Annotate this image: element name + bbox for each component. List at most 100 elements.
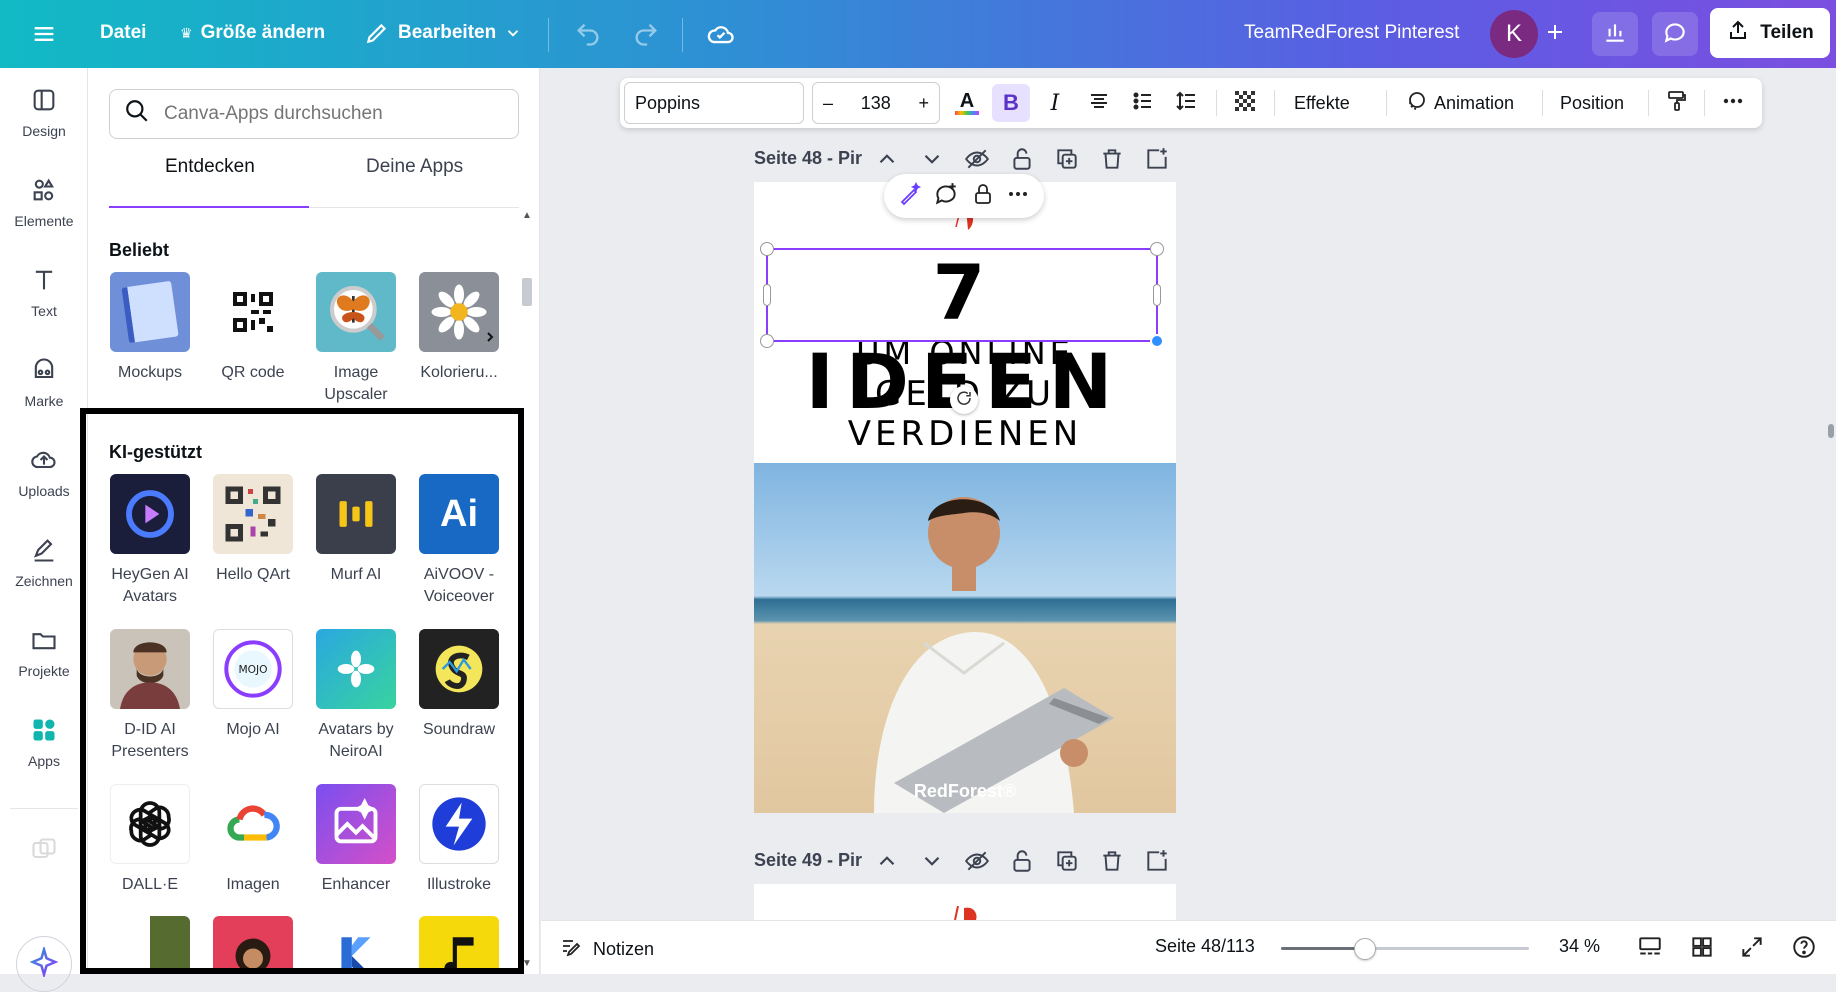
save-status-button[interactable]	[706, 20, 736, 48]
app-tile-partial[interactable]	[306, 916, 406, 974]
transparency-button[interactable]	[1226, 84, 1264, 122]
lock-icon[interactable]	[1009, 848, 1035, 879]
page-view-button[interactable]	[1637, 934, 1663, 965]
page-indicator[interactable]: Seite 48/113	[1155, 936, 1255, 957]
undo-button[interactable]	[574, 20, 602, 48]
side-handle[interactable]	[763, 284, 771, 306]
animation-button[interactable]: Animation	[1396, 84, 1522, 122]
rail-item-text[interactable]: Text	[0, 252, 88, 332]
rail-item-uploads[interactable]: Uploads	[0, 432, 88, 512]
app-tile-partial[interactable]	[203, 916, 303, 974]
eye-hide-icon[interactable]	[964, 146, 990, 177]
chevron-up-icon[interactable]	[874, 848, 900, 879]
project-title[interactable]: TeamRedForest Pinterest	[1244, 22, 1459, 44]
add-page-icon[interactable]	[1144, 146, 1170, 177]
app-tile-partial[interactable]	[409, 916, 509, 974]
font-size-stepper[interactable]: – 138 +	[812, 82, 940, 124]
search-box[interactable]	[109, 89, 519, 139]
page-49[interactable]	[754, 884, 1176, 920]
app-tile-heygen[interactable]: HeyGen AI Avatars	[100, 474, 200, 608]
trash-icon[interactable]	[1099, 146, 1125, 177]
eye-hide-icon[interactable]	[964, 848, 990, 879]
app-tile-qr-code[interactable]: QR code	[203, 272, 303, 384]
selection-box[interactable]	[760, 242, 1164, 348]
search-input[interactable]	[164, 103, 484, 125]
copy-style-button[interactable]	[1658, 84, 1696, 122]
page-48-label[interactable]: Seite 48 - Pir	[754, 148, 862, 169]
edit-mode-button[interactable]: Bearbeiten	[364, 20, 522, 46]
duplicate-icon[interactable]	[1054, 848, 1080, 879]
avatar[interactable]: K	[1490, 10, 1538, 58]
app-tile-mockups[interactable]: Mockups	[100, 272, 200, 384]
tab-discover[interactable]: Entdecken	[165, 156, 255, 178]
trash-icon[interactable]	[1099, 848, 1125, 879]
more-options-button[interactable]	[1714, 84, 1752, 122]
add-comment-icon[interactable]	[933, 181, 959, 212]
app-tile-image-upscaler[interactable]: Image Upscaler	[306, 272, 406, 406]
text-color-button[interactable]: A	[948, 84, 986, 122]
app-tile-soundraw[interactable]: Soundraw	[409, 629, 509, 741]
font-size-value[interactable]: 138	[861, 93, 891, 114]
app-tile-imagen[interactable]: Imagen	[203, 784, 303, 896]
resize-handle[interactable]	[760, 242, 774, 256]
align-button[interactable]	[1080, 84, 1118, 122]
chevron-down-icon[interactable]	[919, 146, 945, 177]
share-button[interactable]: Teilen	[1710, 8, 1830, 58]
magic-write-icon[interactable]	[898, 181, 922, 211]
app-tile-hello-qart[interactable]: Hello QArt	[203, 474, 303, 586]
spacing-button[interactable]	[1168, 84, 1206, 122]
app-tile-illustroke[interactable]: Illustroke	[409, 784, 509, 896]
resize-button[interactable]: ♛ Größe ändern	[180, 22, 325, 44]
menu-button[interactable]	[30, 20, 58, 48]
decrease-font-button[interactable]: –	[823, 93, 833, 114]
increase-font-button[interactable]: +	[918, 93, 929, 114]
rotate-handle[interactable]	[950, 386, 978, 414]
recent-design-icon[interactable]	[30, 836, 58, 864]
fullscreen-button[interactable]	[1739, 934, 1765, 965]
rail-item-design[interactable]: Design	[0, 72, 88, 152]
rail-item-apps[interactable]: Apps	[0, 702, 88, 782]
side-handle[interactable]	[1153, 284, 1161, 306]
help-button[interactable]	[1791, 934, 1817, 965]
redo-button[interactable]	[632, 20, 660, 48]
lock-icon[interactable]	[1009, 146, 1035, 177]
carousel-next-button[interactable]	[477, 326, 503, 352]
italic-button[interactable]: I	[1036, 84, 1074, 122]
canvas-scroll-marker[interactable]	[1828, 424, 1834, 438]
zoom-level[interactable]: 34 %	[1559, 936, 1600, 957]
list-button[interactable]	[1124, 84, 1162, 122]
resize-handle[interactable]	[760, 334, 774, 348]
add-collaborator-button[interactable]	[1532, 12, 1578, 56]
font-family-select[interactable]: Poppins	[624, 82, 804, 124]
zoom-slider-thumb[interactable]	[1354, 938, 1376, 960]
magic-assistant-button[interactable]	[16, 936, 72, 992]
app-tile-partial[interactable]	[100, 916, 200, 974]
comments-button[interactable]	[1652, 12, 1698, 56]
scroll-down-icon[interactable]: ▼	[522, 958, 532, 969]
lock-icon[interactable]	[971, 182, 995, 211]
resize-handle[interactable]	[1150, 334, 1164, 348]
panel-scrollbar[interactable]: ▲ ▼	[520, 210, 534, 970]
position-button[interactable]: Position	[1552, 84, 1632, 122]
rail-item-draw[interactable]: Zeichnen	[0, 522, 88, 602]
chevron-down-icon[interactable]	[919, 848, 945, 879]
page-49-label[interactable]: Seite 49 - Pir	[754, 850, 862, 871]
app-tile-murf-ai[interactable]: Murf AI	[306, 474, 406, 586]
tab-my-apps[interactable]: Deine Apps	[366, 156, 463, 178]
rail-item-elements[interactable]: Elemente	[0, 162, 88, 242]
rail-item-projects[interactable]: Projekte	[0, 612, 88, 692]
app-tile-mojo-ai[interactable]: MOJO Mojo AI	[203, 629, 303, 741]
more-icon[interactable]	[1006, 182, 1030, 211]
insights-button[interactable]	[1592, 12, 1638, 56]
hero-photo[interactable]: RedForest®	[754, 463, 1176, 813]
add-page-icon[interactable]	[1144, 848, 1170, 879]
bold-button[interactable]: B	[992, 84, 1030, 122]
notes-button[interactable]: Notizen	[559, 935, 654, 964]
scroll-up-icon[interactable]: ▲	[522, 210, 532, 221]
app-tile-enhancer[interactable]: Enhancer	[306, 784, 406, 896]
chevron-up-icon[interactable]	[874, 146, 900, 177]
zoom-slider[interactable]	[1281, 938, 1529, 960]
app-tile-aivoov[interactable]: Ai AiVOOV - Voiceover	[409, 474, 509, 608]
app-tile-neiroai[interactable]: Avatars by NeiroAI	[306, 629, 406, 763]
app-tile-d-id[interactable]: D-ID AI Presenters	[100, 629, 200, 763]
